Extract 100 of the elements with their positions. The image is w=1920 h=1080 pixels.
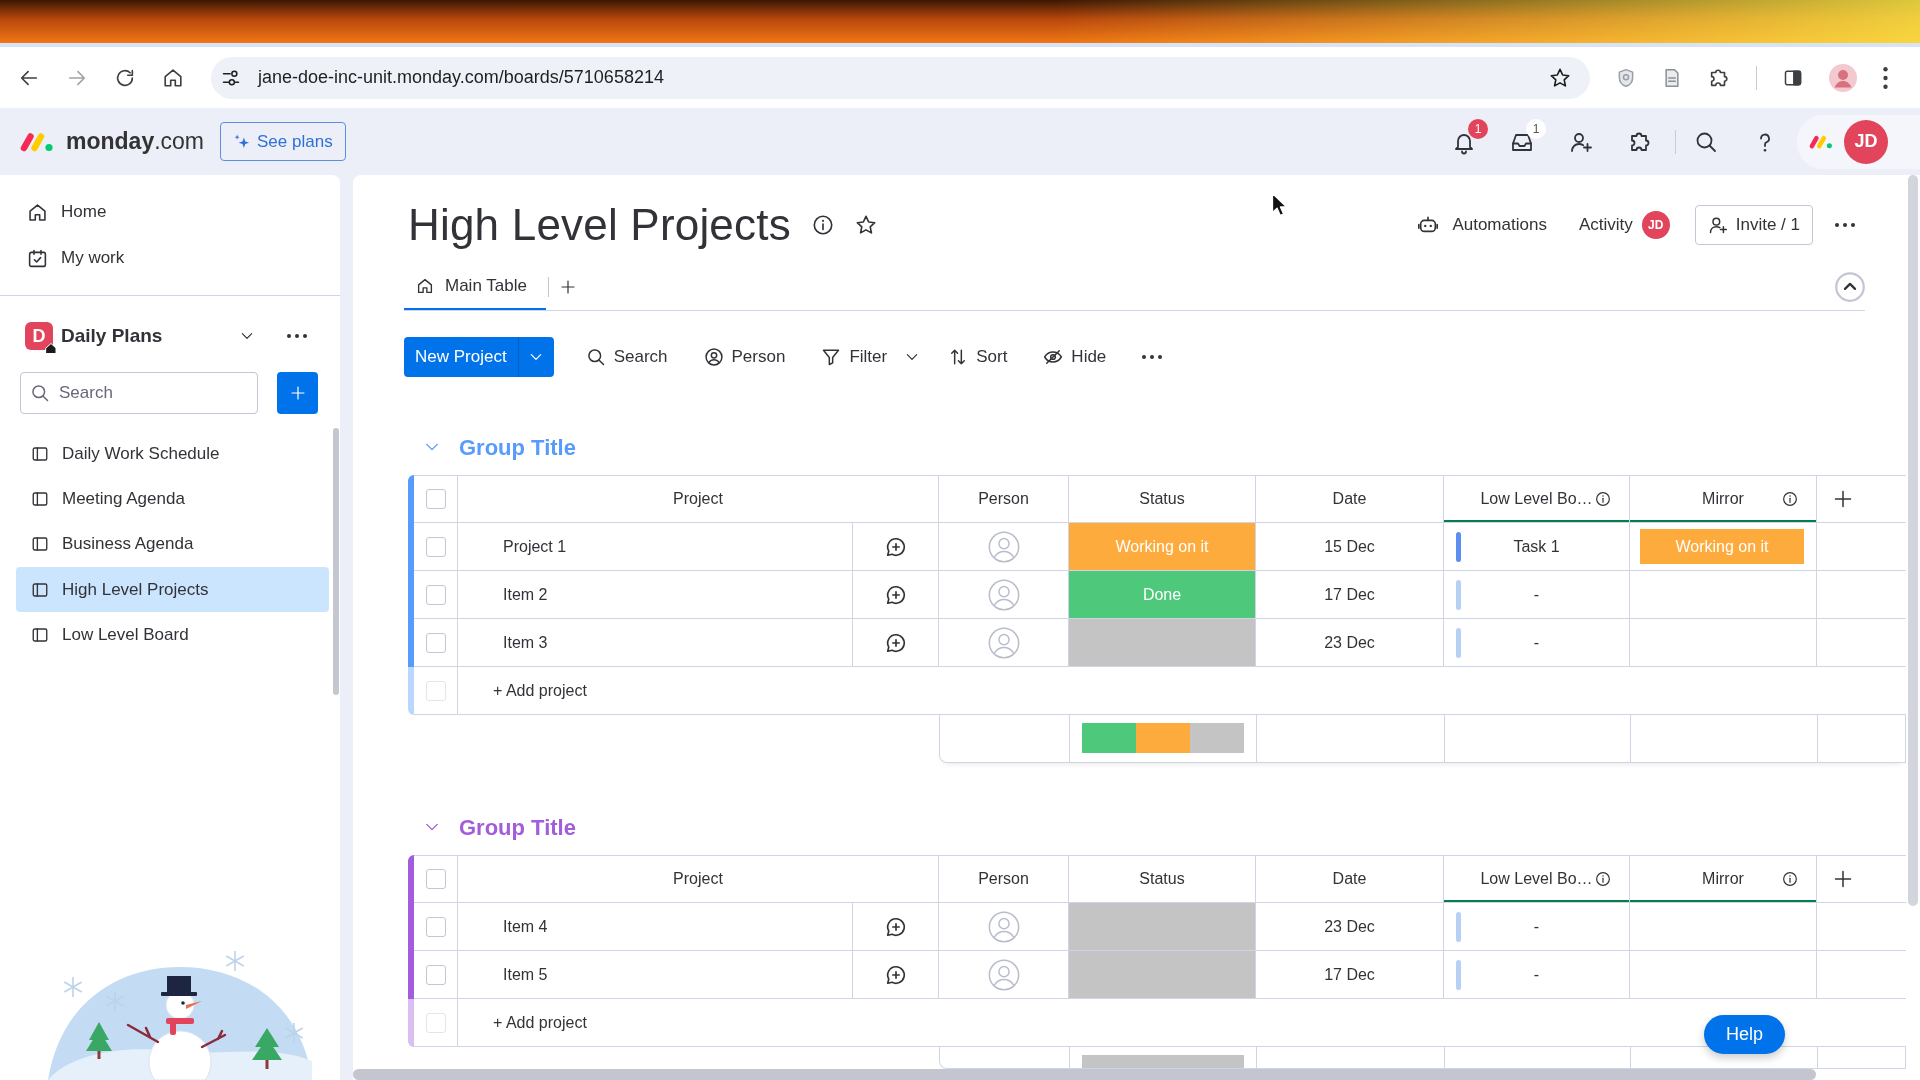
item-name[interactable]: Item 3 bbox=[503, 630, 548, 655]
eye-off-icon bbox=[1043, 347, 1064, 367]
help-button[interactable]: Help bbox=[1703, 1015, 1785, 1054]
address-bar[interactable]: jane-doe-inc-unit.monday.com/boards/5710658214 bbox=[211, 56, 1590, 99]
column-header[interactable]: Person bbox=[978, 867, 1029, 891]
info-icon[interactable] bbox=[811, 214, 834, 236]
board-list-item[interactable]: Business Agenda bbox=[16, 521, 329, 567]
calendar-check-icon bbox=[27, 247, 48, 269]
board-list-item[interactable]: Daily Work Schedule bbox=[16, 431, 329, 477]
profile-avatar-icon[interactable] bbox=[1829, 63, 1857, 92]
select-all-checkbox[interactable] bbox=[425, 869, 446, 889]
board-title: High Level Projects bbox=[408, 200, 791, 250]
select-all-checkbox[interactable] bbox=[425, 489, 446, 509]
horizontal-scrollbar[interactable] bbox=[353, 1069, 1816, 1080]
add-item-field[interactable]: + Add project bbox=[493, 678, 1906, 703]
row-checkbox[interactable] bbox=[425, 632, 446, 653]
linked-item[interactable]: Task 1 bbox=[1513, 534, 1560, 559]
sidebar-link[interactable]: Home bbox=[0, 189, 340, 235]
date-text: 23 Dec bbox=[1324, 916, 1375, 937]
star-icon[interactable] bbox=[854, 214, 877, 236]
sidebar-scrollbar[interactable] bbox=[333, 428, 339, 695]
invite-button[interactable]: Invite / 1 bbox=[1694, 205, 1813, 245]
board-list-item[interactable]: Low Level Board bbox=[16, 612, 329, 658]
board-icon bbox=[31, 580, 49, 599]
collapse-icon[interactable] bbox=[1835, 271, 1865, 302]
row-checkbox[interactable] bbox=[425, 964, 446, 985]
item-name[interactable]: Item 2 bbox=[503, 582, 548, 607]
linked-item[interactable]: - bbox=[1533, 962, 1540, 987]
column-header[interactable]: Date bbox=[1332, 487, 1367, 511]
info-icon[interactable] bbox=[1782, 491, 1798, 507]
view-tab[interactable]: Main Table bbox=[404, 263, 546, 310]
shield-icon[interactable] bbox=[1616, 67, 1636, 88]
linked-item[interactable]: - bbox=[1533, 582, 1540, 607]
monday-logo-icon[interactable] bbox=[1809, 134, 1833, 149]
board-icon bbox=[31, 489, 49, 508]
row-checkbox[interactable] bbox=[425, 916, 446, 937]
column-header[interactable]: Status bbox=[1139, 867, 1185, 891]
home-icon bbox=[416, 276, 434, 295]
add-view-icon[interactable] bbox=[559, 278, 576, 295]
column-header[interactable]: Status bbox=[1139, 487, 1185, 511]
puzzle-icon[interactable] bbox=[1708, 66, 1730, 89]
toolbar-button[interactable]: Filter bbox=[813, 340, 896, 374]
toolbar-button[interactable]: Hide bbox=[1035, 340, 1115, 374]
snowflake-icon bbox=[105, 990, 125, 1012]
kebab-menu-icon[interactable] bbox=[1883, 66, 1888, 89]
see-plans-button[interactable]: See plans bbox=[220, 122, 346, 161]
toolbar-button[interactable]: Sort bbox=[940, 340, 1016, 374]
toolbar-button[interactable]: Person bbox=[695, 340, 794, 374]
add-comment-icon[interactable] bbox=[884, 631, 907, 654]
add-button[interactable] bbox=[277, 372, 318, 414]
info-icon[interactable] bbox=[1595, 871, 1611, 887]
tree-drawing bbox=[252, 1028, 282, 1069]
more-icon[interactable] bbox=[1142, 355, 1163, 359]
sidebar-link[interactable]: My work bbox=[0, 235, 340, 281]
row-checkbox[interactable] bbox=[425, 536, 446, 557]
activity-button[interactable]: Activity JD bbox=[1578, 211, 1670, 239]
item-name[interactable]: Item 5 bbox=[503, 962, 548, 987]
add-comment-icon[interactable] bbox=[884, 915, 907, 938]
user-avatar[interactable]: JD bbox=[1844, 119, 1888, 164]
group-title[interactable]: Group Title bbox=[459, 810, 576, 844]
add-column-icon[interactable] bbox=[1833, 869, 1853, 889]
linked-item[interactable]: - bbox=[1533, 630, 1540, 655]
date-text: 15 Dec bbox=[1324, 536, 1375, 557]
add-comment-icon[interactable] bbox=[884, 535, 907, 558]
more-icon[interactable] bbox=[1835, 223, 1855, 227]
board-list-item[interactable]: High Level Projects bbox=[16, 566, 329, 613]
mirrored-status-label: Working on it bbox=[1640, 529, 1804, 564]
tree-drawing bbox=[86, 1022, 112, 1059]
info-icon[interactable] bbox=[1782, 871, 1798, 887]
bookmark-star-icon[interactable] bbox=[1549, 66, 1571, 89]
filter-icon bbox=[821, 347, 842, 367]
add-comment-icon[interactable] bbox=[884, 963, 907, 986]
dropdown-toggle-button[interactable] bbox=[517, 337, 554, 377]
logo-text[interactable]: monday.com bbox=[66, 124, 205, 159]
toolbar-button[interactable]: Search bbox=[577, 340, 676, 374]
inbox-badge: 1 bbox=[1526, 118, 1546, 139]
search-icon bbox=[30, 383, 50, 403]
add-comment-icon[interactable] bbox=[884, 583, 907, 606]
linked-item[interactable]: - bbox=[1533, 914, 1540, 939]
item-name[interactable]: Item 4 bbox=[503, 914, 548, 939]
more-icon[interactable] bbox=[287, 334, 307, 338]
add-column-icon[interactable] bbox=[1833, 489, 1853, 509]
document-icon[interactable] bbox=[1662, 67, 1682, 88]
row-checkbox[interactable] bbox=[425, 584, 446, 605]
item-name[interactable]: Project 1 bbox=[503, 534, 567, 559]
vertical-scrollbar[interactable] bbox=[1908, 175, 1918, 906]
column-header[interactable]: Person bbox=[978, 487, 1029, 511]
snowflake-icon bbox=[225, 950, 245, 972]
column-header[interactable]: Project bbox=[673, 867, 723, 891]
info-icon[interactable] bbox=[1595, 491, 1611, 507]
monday-logo-icon[interactable] bbox=[20, 131, 54, 152]
column-header[interactable]: Mirror bbox=[1702, 487, 1744, 511]
column-header[interactable]: Mirror bbox=[1702, 867, 1744, 891]
workspace-name[interactable]: Daily Plans bbox=[61, 321, 163, 351]
automations-button[interactable]: Automations bbox=[1417, 212, 1547, 238]
search-field[interactable]: Search bbox=[20, 372, 258, 414]
board-list-item[interactable]: Meeting Agenda bbox=[16, 476, 329, 522]
column-header[interactable]: Project bbox=[673, 487, 723, 511]
column-header[interactable]: Date bbox=[1332, 867, 1367, 891]
new-item-button[interactable]: New Project bbox=[404, 337, 518, 377]
